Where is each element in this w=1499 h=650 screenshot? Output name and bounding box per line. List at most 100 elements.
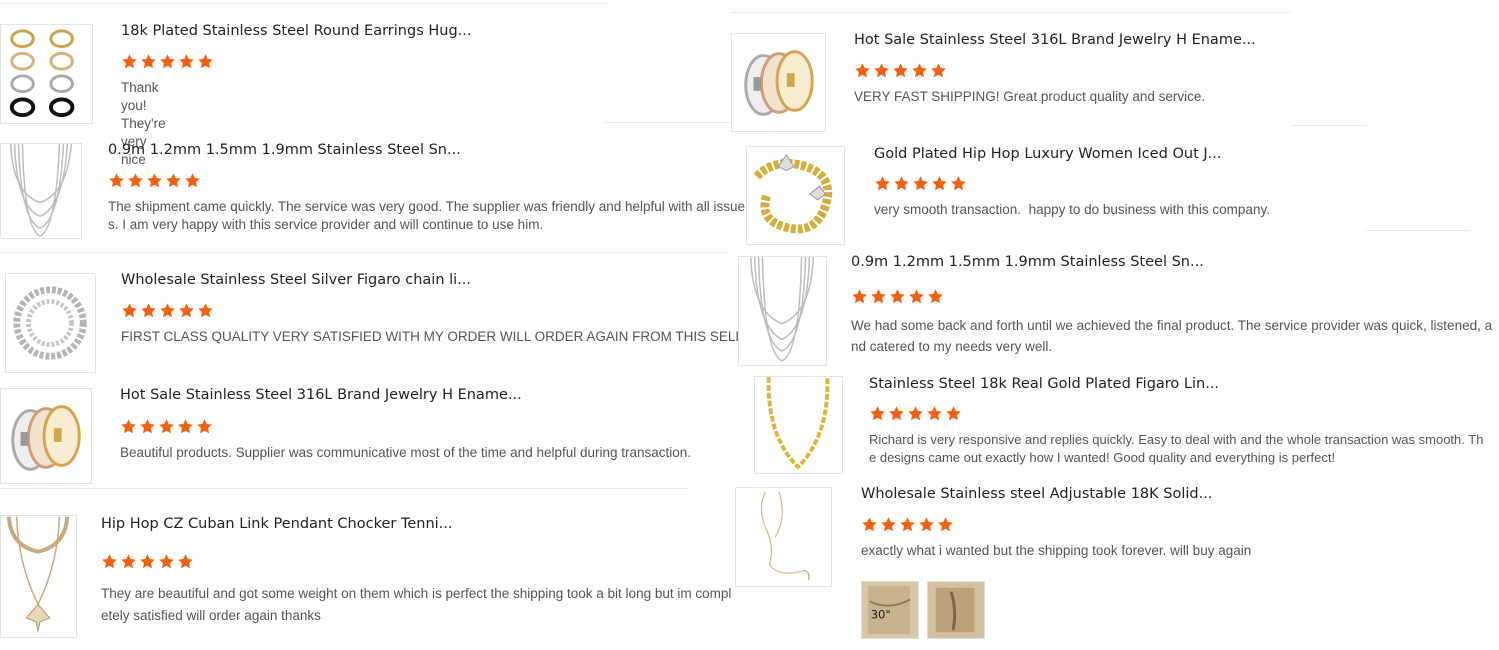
star-icon — [909, 289, 924, 304]
star-icon — [919, 517, 934, 532]
star-icon — [946, 406, 961, 421]
divider — [1366, 230, 1470, 231]
silver-cuban-chain-icon — [13, 286, 87, 360]
review-text-line: nd catered to my needs very well. — [851, 339, 1053, 354]
star-icon — [908, 406, 923, 421]
divider — [0, 252, 728, 253]
star-icon — [912, 63, 927, 78]
bag-photo-icon — [928, 582, 984, 638]
product-title[interactable]: Hot Sale Stainless Steel 316L Brand Jewe… — [120, 387, 522, 403]
review-text-line: s. I am very happy with this service pro… — [108, 217, 544, 232]
star-icon — [178, 554, 193, 569]
product-title[interactable]: 0.9m 1.2mm 1.5mm 1.9mm Stainless Steel S… — [108, 142, 461, 158]
star-rating — [108, 172, 201, 190]
star-rating — [101, 553, 194, 571]
h-bangles-icon — [11, 405, 81, 471]
product-thumbnail[interactable] — [0, 388, 92, 484]
product-thumbnail[interactable] — [735, 487, 832, 587]
review-text: Beautiful products. Supplier was communi… — [120, 445, 692, 460]
product-title[interactable]: Hot Sale Stainless Steel 316L Brand Jewe… — [854, 32, 1256, 48]
star-icon — [147, 173, 162, 188]
star-icon — [852, 289, 867, 304]
star-rating — [861, 516, 954, 534]
product-thumbnail[interactable] — [0, 143, 82, 239]
star-rating — [121, 53, 214, 71]
review-text-line: They are beautiful and got some weight o… — [101, 586, 732, 601]
star-rating — [854, 62, 947, 80]
hoop-earrings-icon — [9, 29, 75, 118]
gold-butterfly-chain-icon — [753, 153, 833, 234]
star-icon — [889, 406, 904, 421]
review-text: exactly what i wanted but the shipping t… — [861, 543, 1252, 558]
star-icon — [179, 303, 194, 318]
star-icon — [185, 173, 200, 188]
product-title[interactable]: Hip Hop CZ Cuban Link Pendant Chocker Te… — [101, 516, 453, 532]
product-title[interactable]: Wholesale Stainless Steel Silver Figaro … — [121, 272, 471, 288]
star-icon — [893, 63, 908, 78]
divider — [605, 122, 730, 123]
star-icon — [855, 63, 870, 78]
star-icon — [178, 419, 193, 434]
divider — [731, 12, 1291, 13]
product-title[interactable]: Gold Plated Hip Hop Luxury Women Iced Ou… — [874, 146, 1221, 162]
star-icon — [913, 176, 928, 191]
product-title[interactable]: 0.9m 1.2mm 1.5mm 1.9mm Stainless Steel S… — [851, 254, 1204, 270]
star-rating — [851, 288, 944, 306]
star-icon — [875, 176, 890, 191]
product-title[interactable]: Wholesale Stainless steel Adjustable 18K… — [861, 486, 1212, 502]
star-icon — [141, 54, 156, 69]
snake-chains-icon — [10, 144, 72, 237]
star-icon — [862, 517, 877, 532]
gold-figaro-chain-icon — [766, 377, 830, 470]
divider — [0, 3, 607, 4]
star-icon — [198, 303, 213, 318]
star-icon — [159, 419, 174, 434]
star-rating — [120, 418, 213, 436]
star-icon — [197, 419, 212, 434]
star-icon — [881, 517, 896, 532]
review-text-line: We had some back and forth until we achi… — [851, 318, 1493, 333]
star-icon — [122, 303, 137, 318]
star-rating — [874, 175, 967, 193]
star-icon — [890, 289, 905, 304]
product-title[interactable]: Stainless Steel 18k Real Gold Plated Fig… — [869, 376, 1219, 392]
bag-photo-icon: 30" — [862, 582, 918, 638]
star-icon — [121, 419, 136, 434]
star-icon — [900, 517, 915, 532]
review-photo[interactable] — [927, 581, 985, 639]
star-icon — [160, 54, 175, 69]
product-thumbnail[interactable] — [738, 256, 827, 366]
product-thumbnail[interactable] — [0, 515, 77, 638]
review-text: VERY FAST SHIPPING! Great product qualit… — [854, 89, 1206, 104]
star-rating — [869, 405, 962, 423]
product-thumbnail[interactable] — [754, 376, 843, 474]
h-bangles-icon — [744, 50, 814, 116]
star-icon — [179, 54, 194, 69]
star-icon — [102, 554, 117, 569]
snake-chains-icon — [749, 257, 815, 362]
star-icon — [198, 54, 213, 69]
review-photo[interactable]: 30" — [861, 581, 919, 639]
review-text-line: e designs came out exactly how I wanted!… — [869, 450, 1336, 465]
star-icon — [931, 63, 946, 78]
star-icon — [159, 554, 174, 569]
star-icon — [140, 419, 155, 434]
review-text: FIRST CLASS QUALITY VERY SATISFIED WITH … — [121, 329, 762, 344]
product-thumbnail[interactable] — [5, 273, 96, 373]
product-thumbnail[interactable] — [731, 33, 826, 132]
star-icon — [122, 54, 137, 69]
star-icon — [166, 173, 181, 188]
product-title[interactable]: 18k Plated Stainless Steel Round Earring… — [121, 23, 471, 39]
star-icon — [927, 406, 942, 421]
product-thumbnail[interactable] — [746, 146, 845, 245]
divider — [1291, 125, 1367, 126]
product-thumbnail[interactable] — [0, 24, 93, 124]
star-icon — [140, 554, 155, 569]
star-icon — [932, 176, 947, 191]
review-text: very smooth transaction. happy to do bus… — [874, 202, 1270, 217]
star-icon — [894, 176, 909, 191]
star-icon — [938, 517, 953, 532]
star-icon — [160, 303, 175, 318]
star-icon — [121, 554, 136, 569]
star-icon — [141, 303, 156, 318]
